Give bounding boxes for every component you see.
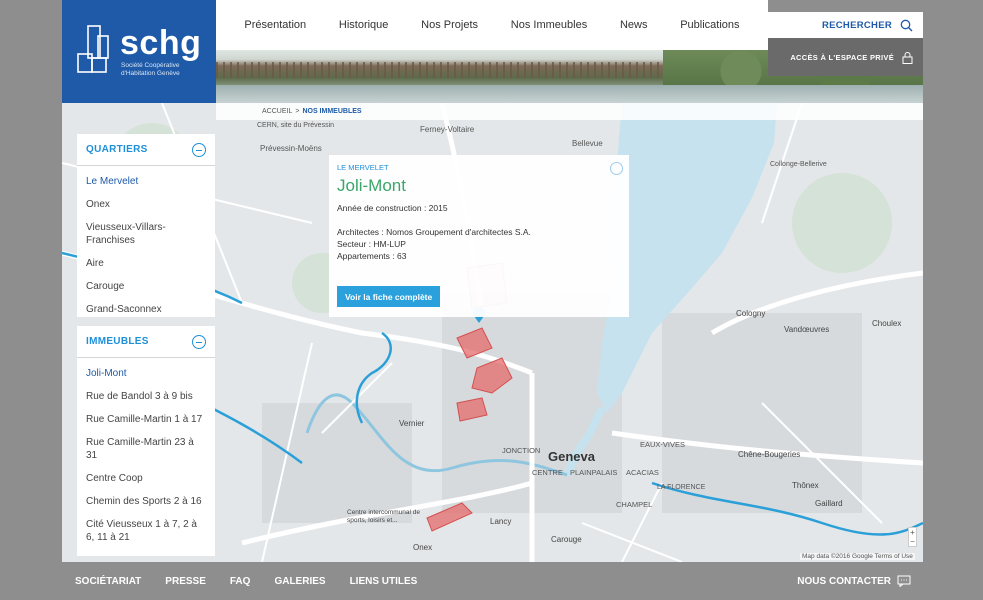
map-label: PLAINPALAIS bbox=[570, 468, 618, 477]
card-architects: Architectes : Nomos Groupement d'archite… bbox=[337, 227, 531, 237]
map-label: Choulex bbox=[872, 319, 902, 328]
map-label: Chêne-Bougeries bbox=[738, 450, 801, 459]
map-label: EAUX-VIVES bbox=[640, 440, 686, 449]
private-area-link[interactable]: ACCÈS À L'ESPACE PRIVÉ bbox=[768, 38, 923, 76]
lock-icon bbox=[902, 51, 913, 64]
buildings-logo-icon bbox=[77, 25, 109, 73]
map-label: Gaillard bbox=[815, 499, 843, 508]
main-nav: Présentation Historique Nos Projets Nos … bbox=[216, 0, 768, 50]
collapse-icon[interactable] bbox=[192, 142, 206, 157]
logo-subtitle: Société Coopérative d'Habitation Genève bbox=[121, 62, 180, 77]
card-year: Année de construction : 2015 bbox=[337, 203, 448, 213]
immeuble-item[interactable]: Joli-Mont bbox=[77, 362, 215, 385]
immeubles-title: IMMEUBLES bbox=[86, 336, 149, 347]
collapse-icon[interactable] bbox=[192, 334, 206, 349]
quartier-item[interactable]: Onex bbox=[77, 193, 215, 216]
private-area-label: ACCÈS À L'ESPACE PRIVÉ bbox=[790, 52, 894, 62]
immeuble-item[interactable]: Rue Camille-Martin 1 à 17 bbox=[77, 408, 215, 431]
quartiers-panel: QUARTIERS Le Mervelet Onex Vieusseux-Vil… bbox=[77, 134, 215, 317]
immeuble-item[interactable]: Cité Vieusseux 1 à 7, 2 à 6, 11 à 21 bbox=[77, 513, 215, 549]
map-label: ACACIAS bbox=[626, 468, 659, 477]
immeuble-item[interactable]: Chemin des Sports 2 à 16 bbox=[77, 490, 215, 513]
view-details-button[interactable]: Voir la fiche complète bbox=[337, 286, 441, 307]
quartier-item[interactable]: Aire bbox=[77, 252, 215, 275]
map-label: Cologny bbox=[736, 309, 766, 318]
immeubles-header[interactable]: IMMEUBLES bbox=[77, 326, 215, 358]
building-info-card: LE MERVELET Joli-Mont Année de construct… bbox=[329, 155, 629, 317]
immeubles-panel: IMMEUBLES Joli-Mont Rue de Bandol 3 à 9 … bbox=[77, 326, 215, 556]
map-attribution[interactable]: Map data ©2016 Google Terms of Use bbox=[800, 553, 915, 560]
map-label: Ferney-Voltaire bbox=[420, 125, 475, 134]
breadcrumb-current: NOS IMMEUBLES bbox=[302, 108, 362, 115]
footer-link-presse[interactable]: PRESSE bbox=[165, 576, 206, 587]
nav-item-historique[interactable]: Historique bbox=[339, 19, 389, 31]
map-label: Carouge bbox=[551, 535, 582, 544]
breadcrumb-separator: > bbox=[295, 108, 300, 115]
quartiers-title: QUARTIERS bbox=[86, 144, 148, 155]
card-apartments: Appartements : 63 bbox=[337, 251, 407, 261]
map-label: CENTRE bbox=[532, 468, 563, 477]
card-title: Joli-Mont bbox=[337, 176, 406, 195]
card-category: LE MERVELET bbox=[337, 163, 389, 172]
site-logo[interactable]: schg Société Coopérative d'Habitation Ge… bbox=[62, 0, 216, 103]
breadcrumb: ACCUEIL > NOS IMMEUBLES bbox=[216, 103, 923, 120]
logo-wordmark: schg bbox=[120, 24, 202, 62]
map-label: Vandœuvres bbox=[784, 325, 830, 334]
footer-link-liens-utiles[interactable]: LIENS UTILES bbox=[350, 576, 418, 587]
zoom-in-button[interactable]: + bbox=[909, 528, 916, 537]
map-label: Thônex bbox=[792, 481, 819, 490]
map-label: Vernier bbox=[399, 419, 425, 428]
quartier-item[interactable]: Vieusseux-Villars-Franchises bbox=[77, 216, 215, 252]
immeuble-item[interactable]: Centre Coop bbox=[77, 467, 215, 490]
map-label: Lancy bbox=[490, 517, 512, 526]
zoom-control: + − bbox=[908, 527, 917, 547]
map-label: Onex bbox=[413, 543, 433, 552]
chat-icon bbox=[897, 575, 911, 587]
footer-link-societariat[interactable]: SOCIÉTARIAT bbox=[75, 576, 141, 587]
nav-item-nos-immeubles[interactable]: Nos Immeubles bbox=[511, 19, 587, 31]
contact-link[interactable]: NOUS CONTACTER bbox=[797, 575, 911, 587]
map-label: Geneva bbox=[548, 449, 595, 464]
nav-item-nos-projets[interactable]: Nos Projets bbox=[421, 19, 478, 31]
nav-item-presentation[interactable]: Présentation bbox=[244, 19, 306, 31]
footer-nav: SOCIÉTARIAT PRESSE FAQ GALERIES LIENS UT… bbox=[62, 562, 923, 600]
quartiers-header[interactable]: QUARTIERS bbox=[77, 134, 215, 166]
map-label: CERN, site du Prévessin bbox=[257, 122, 335, 129]
search-icon bbox=[900, 19, 913, 31]
quartier-item[interactable]: Grand-Saconnex bbox=[77, 298, 215, 321]
breadcrumb-home[interactable]: ACCUEIL bbox=[262, 108, 292, 115]
quartier-item[interactable]: Le Mervelet bbox=[77, 170, 215, 193]
map-label: CHAMPEL bbox=[616, 500, 653, 509]
quartier-item[interactable]: Carouge bbox=[77, 275, 215, 298]
search-button[interactable]: RECHERCHER bbox=[768, 12, 923, 38]
map-label: LA FLORENCE bbox=[657, 484, 706, 491]
zoom-out-button[interactable]: − bbox=[909, 537, 916, 546]
map-label: Collonge-Bellerive bbox=[770, 161, 827, 168]
map-label: JONCTION bbox=[502, 446, 541, 455]
immeuble-item[interactable]: Rue Camille-Martin 23 à 31 bbox=[77, 431, 215, 467]
close-card-icon[interactable] bbox=[610, 162, 623, 175]
footer-link-galeries[interactable]: GALERIES bbox=[274, 576, 325, 587]
immeuble-item[interactable]: Rue de Bandol 3 à 9 bis bbox=[77, 385, 215, 408]
nav-item-publications[interactable]: Publications bbox=[680, 19, 739, 31]
card-sector: Secteur : HM-LUP bbox=[337, 239, 406, 249]
map-label: Prévessin-Moëns bbox=[260, 144, 322, 153]
nav-item-news[interactable]: News bbox=[620, 19, 648, 31]
map-label: Bellevue bbox=[572, 139, 603, 148]
footer-link-faq[interactable]: FAQ bbox=[230, 576, 251, 587]
map-label: Centre intercommunal de sports, loisirs … bbox=[347, 509, 420, 524]
search-label: RECHERCHER bbox=[821, 19, 892, 31]
contact-label: NOUS CONTACTER bbox=[797, 575, 891, 587]
